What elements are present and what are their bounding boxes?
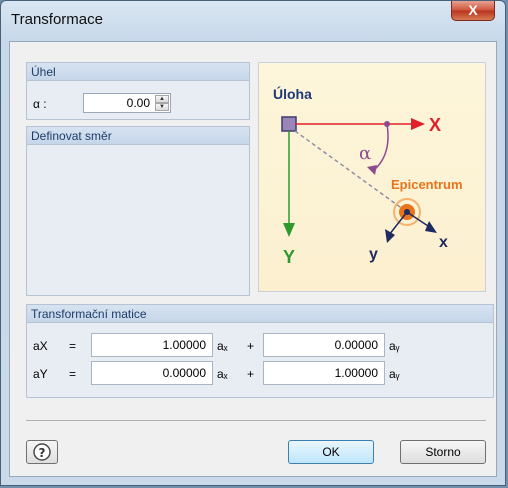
diagram-svg: Úloha X Y α Epicentrum x y — [273, 85, 463, 267]
alpha-spinner[interactable]: 0.00 ▲ ▼ — [83, 93, 171, 113]
row2-plus: + — [247, 367, 255, 381]
matrix-group: Transformační matice aX = 1.00000 aₓ + 0… — [26, 304, 494, 398]
row2-term1: aₓ — [217, 367, 228, 381]
y-axis-arrow-icon — [283, 223, 295, 237]
direction-group-title: Definovat směr — [27, 127, 249, 145]
spin-up-icon[interactable]: ▲ — [155, 95, 169, 103]
window-title: Transformace — [11, 11, 103, 28]
transformation-diagram: Úloha X Y α Epicentrum x y — [258, 62, 486, 292]
help-icon: ? — [33, 443, 51, 461]
y-axis-label: Y — [283, 247, 295, 267]
close-button[interactable]: X — [451, 1, 495, 21]
alpha-value: 0.00 — [126, 96, 150, 110]
row1-lhs: aX — [33, 339, 48, 353]
angle-group-title: Úhel — [27, 63, 249, 81]
row1-coef1-field[interactable]: 1.00000 — [91, 333, 213, 357]
local-y-arrow-icon — [385, 229, 395, 243]
row2-lhs: aY — [33, 367, 48, 381]
row2-term2: aᵧ — [389, 367, 400, 381]
row2-coef2-field[interactable]: 1.00000 — [263, 361, 385, 385]
epicenter-direction-line — [294, 130, 408, 213]
local-x-arrow-icon — [425, 221, 437, 233]
task-node — [281, 116, 297, 132]
alpha-symbol: α — [359, 143, 371, 164]
angle-arc — [372, 123, 389, 172]
title-bar: Transformace X — [1, 1, 505, 41]
row2-eq: = — [69, 367, 77, 381]
matrix-group-title: Transformační matice — [27, 305, 493, 323]
angle-group: Úhel α : 0.00 ▲ ▼ — [26, 62, 250, 120]
bottom-separator — [26, 420, 486, 421]
alpha-spin-buttons: ▲ ▼ — [155, 95, 169, 111]
dialog-window: Transformace X Úhel α : 0.00 ▲ ▼ Definov… — [0, 0, 506, 486]
local-x-label: x — [439, 234, 448, 251]
row2-coef1-field[interactable]: 0.00000 — [91, 361, 213, 385]
row1-coef2-field[interactable]: 0.00000 — [263, 333, 385, 357]
row1-term1: aₓ — [217, 339, 228, 353]
angle-arrow-icon — [367, 165, 377, 175]
task-label: Úloha — [273, 85, 312, 102]
spin-down-icon[interactable]: ▼ — [155, 103, 169, 111]
local-y-label: y — [369, 246, 378, 263]
cancel-button[interactable]: Storno — [400, 440, 486, 464]
row1-eq: = — [69, 339, 77, 353]
alpha-label: α : — [33, 97, 47, 111]
epicenter-label: Epicentrum — [391, 177, 463, 192]
x-axis-arrow-icon — [411, 118, 425, 130]
ok-button[interactable]: OK — [288, 440, 374, 464]
help-button[interactable]: ? — [26, 440, 58, 464]
direction-group: Definovat směr — [26, 126, 250, 296]
svg-text:?: ? — [39, 446, 46, 460]
row1-plus: + — [247, 339, 255, 353]
x-axis-label: X — [429, 115, 441, 135]
row1-term2: aᵧ — [389, 339, 400, 353]
dialog-client-area: Úhel α : 0.00 ▲ ▼ Definovat směr Úloha X — [9, 41, 497, 477]
local-y-line — [388, 211, 408, 236]
